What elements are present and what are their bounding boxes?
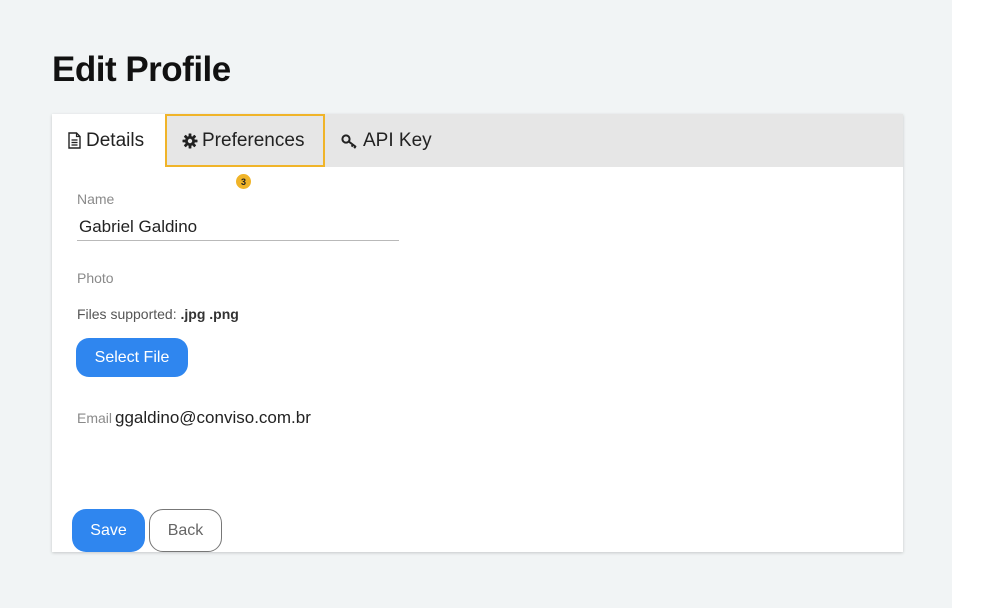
save-button[interactable]: Save <box>72 509 145 552</box>
tab-details-label: Details <box>86 129 145 151</box>
email-value: ggaldino@conviso.com.br <box>115 408 311 427</box>
tab-details[interactable]: Details <box>52 114 165 167</box>
select-file-button[interactable]: Select File <box>76 338 188 377</box>
files-supported: Files supported: .jpg .png <box>77 306 239 322</box>
email-label: Email <box>77 410 113 426</box>
key-icon <box>341 133 359 149</box>
name-input[interactable] <box>77 214 399 241</box>
page-title: Edit Profile <box>52 50 231 89</box>
tab-api-key-label: API Key <box>363 129 432 151</box>
files-supported-label: Files supported: <box>77 306 177 322</box>
tab-bar: Details Preferences API Key <box>52 114 903 167</box>
gear-icon <box>182 133 198 149</box>
tab-api-key[interactable]: API Key <box>325 114 445 167</box>
file-text-icon <box>67 132 82 149</box>
profile-card: Details Preferences API Key 3 Name Gabri… <box>52 114 903 552</box>
tab-preferences-label: Preferences <box>202 129 305 151</box>
photo-label: Photo <box>77 270 114 286</box>
name-label: Name <box>77 191 115 207</box>
tab-preferences[interactable]: Preferences <box>165 114 325 167</box>
step-badge: 3 <box>236 174 251 189</box>
email-row: Email ggaldino@conviso.com.br <box>77 408 311 428</box>
files-supported-types: .jpg .png <box>180 306 239 322</box>
back-button[interactable]: Back <box>149 509 222 552</box>
